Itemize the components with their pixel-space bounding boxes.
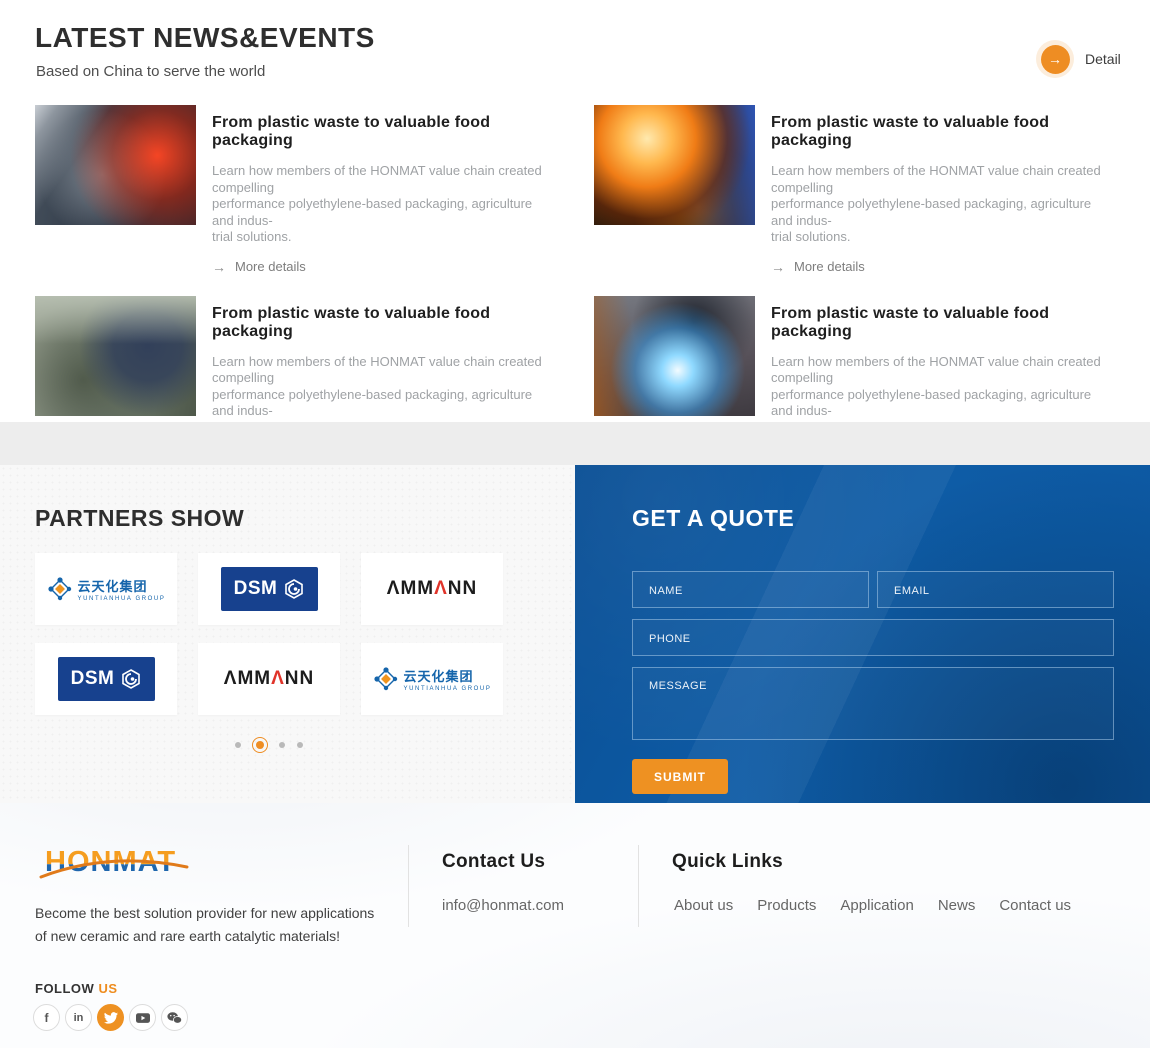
news-card-title: From plastic waste to valuable food pack… (771, 305, 1115, 341)
carousel-dot[interactable] (279, 742, 285, 748)
news-card-body: From plastic waste to valuable food pack… (212, 105, 556, 275)
metal-casting-photo (594, 105, 755, 225)
partners-section-title: PARTNERS SHOW (35, 505, 244, 532)
quick-links-row: About us Products Application News Conta… (674, 897, 1071, 914)
quick-link-products[interactable]: Products (757, 897, 816, 914)
mid-section: PARTNERS SHOW (0, 465, 1150, 803)
follow-us-label: FOLLOW US (35, 981, 118, 996)
more-details-link[interactable]: → More details (212, 259, 556, 275)
yuntianhua-cn-label: 云天化集团 (404, 666, 492, 685)
partner-card-dsm[interactable]: DSM (35, 643, 177, 715)
ammann-logo-part3: NN (448, 578, 477, 599)
partner-card-dsm[interactable]: DSM (198, 553, 340, 625)
name-input[interactable] (632, 571, 869, 608)
us-label: US (98, 981, 117, 996)
yuntianhua-logo: 云天化集团 YUNTIANHUA GROUP (373, 666, 492, 692)
yuntianhua-en-label: YUNTIANHUA GROUP (78, 596, 166, 602)
news-card-title: From plastic waste to valuable food pack… (212, 305, 556, 341)
machinist-lathe-photo (35, 296, 196, 416)
arrow-right-icon: → (1041, 45, 1070, 74)
footer-divider (638, 845, 639, 927)
footer-divider (408, 845, 409, 927)
detail-button[interactable]: → Detail (1036, 40, 1148, 78)
message-textarea[interactable] (632, 667, 1114, 740)
quick-link-news[interactable]: News (938, 897, 976, 914)
twitter-icon[interactable] (97, 1004, 124, 1031)
detail-button-label: Detail (1085, 51, 1121, 67)
partners-show-section: PARTNERS SHOW (0, 465, 575, 803)
submit-button[interactable]: SUBMIT (632, 759, 728, 794)
carousel-dot-active[interactable] (252, 737, 268, 753)
yuntianhua-molecule-icon (47, 576, 73, 602)
dsm-hexagon-icon (121, 669, 141, 689)
dsm-hexagon-icon (284, 579, 304, 599)
honmat-swoosh-icon (37, 843, 193, 885)
more-details-link[interactable]: → More details (771, 259, 1115, 275)
contact-us-title: Contact Us (442, 851, 545, 873)
ammann-logo-part2: Λ (271, 668, 285, 689)
ammann-logo: ΛMMΛNN (224, 668, 314, 690)
latest-news-section: LATEST NEWS&EVENTS Based on China to ser… (0, 0, 1150, 422)
news-section-title: LATEST NEWS&EVENTS (35, 22, 375, 54)
partner-card-yuntianhua[interactable]: 云天化集团 YUNTIANHUA GROUP (361, 643, 503, 715)
news-card-text: Learn how members of the HONMAT value ch… (771, 163, 1115, 246)
wechat-icon[interactable] (161, 1004, 188, 1031)
follow-label: FOLLOW (35, 981, 98, 996)
footer: HONMAT HONMAT Become the best solution p… (0, 803, 1150, 1048)
get-a-quote-section: GET A QUOTE SUBMIT (575, 465, 1150, 803)
yuntianhua-cn-label: 云天化集团 (78, 576, 166, 595)
quick-link-contact[interactable]: Contact us (999, 897, 1071, 914)
ammann-logo-part3: NN (285, 668, 314, 689)
dsm-logo: DSM (221, 567, 318, 611)
news-card-text: Learn how members of the HONMAT value ch… (212, 163, 556, 246)
more-details-label: More details (235, 259, 306, 274)
yuntianhua-molecule-icon (373, 666, 399, 692)
arrow-right-icon: → (212, 259, 226, 275)
news-cards-grid: From plastic waste to valuable food pack… (35, 105, 1115, 465)
partners-carousel-dots (35, 737, 503, 753)
youtube-icon[interactable] (129, 1004, 156, 1031)
quote-form: SUBMIT (632, 571, 1114, 794)
welding-sparks-photo (594, 296, 755, 416)
phone-input[interactable] (632, 619, 1114, 656)
dsm-logo-label: DSM (71, 668, 115, 690)
yuntianhua-en-label: YUNTIANHUA GROUP (404, 686, 492, 692)
tire-exhaust-photo (35, 105, 196, 225)
email-input[interactable] (877, 571, 1114, 608)
arrow-right-icon: → (771, 259, 785, 275)
quick-link-about[interactable]: About us (674, 897, 733, 914)
news-card-title: From plastic waste to valuable food pack… (771, 114, 1115, 150)
social-icons-row: f in (33, 1004, 193, 1031)
news-section-subtitle: Based on China to serve the world (36, 63, 265, 80)
carousel-dot-core (256, 741, 264, 749)
dsm-logo: DSM (58, 657, 155, 701)
yuntianhua-logo: 云天化集团 YUNTIANHUA GROUP (47, 576, 166, 602)
dsm-logo-label: DSM (234, 578, 278, 600)
quick-links-title: Quick Links (672, 851, 783, 873)
honmat-logo: HONMAT HONMAT (45, 843, 185, 885)
news-card[interactable]: From plastic waste to valuable food pack… (35, 105, 556, 275)
partner-card-ammann[interactable]: ΛMMΛNN (198, 643, 340, 715)
carousel-dot[interactable] (235, 742, 241, 748)
partners-logo-grid: 云天化集团 YUNTIANHUA GROUP DSM (35, 553, 503, 715)
ammann-logo: ΛMMΛNN (387, 578, 477, 600)
facebook-icon[interactable]: f (33, 1004, 60, 1031)
detail-button-halo: → (1036, 40, 1074, 78)
news-card[interactable]: From plastic waste to valuable food pack… (594, 105, 1115, 275)
linkedin-icon[interactable]: in (65, 1004, 92, 1031)
ammann-logo-part1: ΛMM (387, 578, 434, 599)
partner-card-yuntianhua[interactable]: 云天化集团 YUNTIANHUA GROUP (35, 553, 177, 625)
more-details-label: More details (794, 259, 865, 274)
news-card-body: From plastic waste to valuable food pack… (771, 105, 1115, 275)
section-divider-band (0, 422, 1150, 465)
quote-section-title: GET A QUOTE (632, 505, 1114, 532)
ammann-logo-part1: ΛMM (224, 668, 271, 689)
contact-email[interactable]: info@honmat.com (442, 897, 564, 914)
carousel-dot[interactable] (297, 742, 303, 748)
partner-card-ammann[interactable]: ΛMMΛNN (361, 553, 503, 625)
footer-tagline: Become the best solution provider for ne… (35, 902, 374, 948)
ammann-logo-part2: Λ (434, 578, 448, 599)
quick-link-application[interactable]: Application (840, 897, 913, 914)
news-card-title: From plastic waste to valuable food pack… (212, 114, 556, 150)
